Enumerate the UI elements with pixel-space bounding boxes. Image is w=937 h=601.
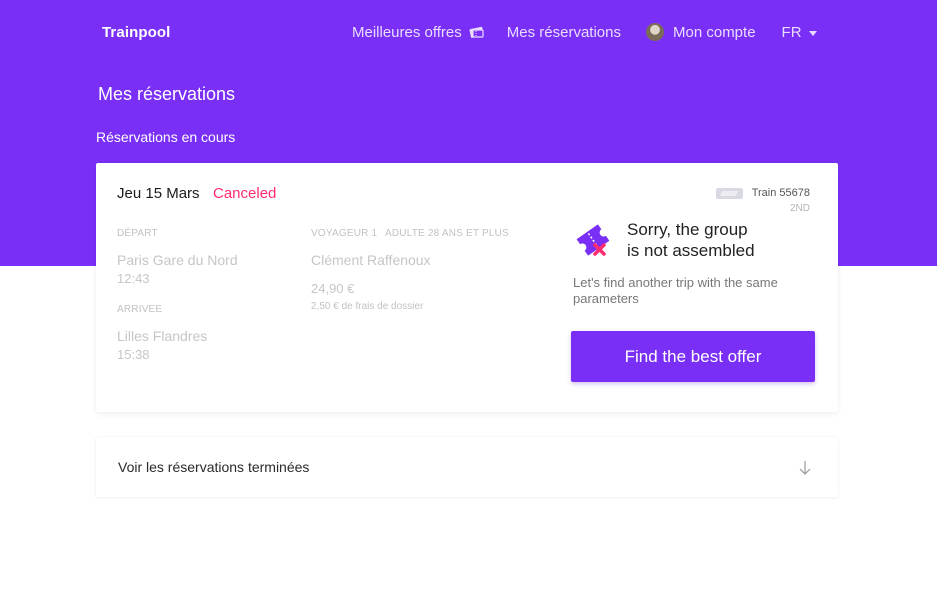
booking-date: Jeu 15 Mars bbox=[117, 185, 200, 202]
nav-my-reservations[interactable]: Mes réservations bbox=[507, 24, 621, 41]
past-reservations-toggle[interactable]: Voir les réservations terminées bbox=[96, 437, 838, 497]
notice-subtitle: Let's find another trip with the same pa… bbox=[573, 275, 778, 306]
train-class: 2ND bbox=[789, 203, 810, 214]
section-title-current: Réservations en cours bbox=[96, 129, 236, 145]
notice-title-line1: Sorry, the group bbox=[627, 220, 748, 239]
nav-my-account-label: Mon compte bbox=[673, 23, 756, 41]
notice-title: Sorry, the group is not assembled bbox=[627, 219, 797, 261]
arrival-time: 15:38 bbox=[117, 347, 150, 362]
arrival-station: Lilles Flandres bbox=[117, 328, 208, 344]
language-label: FR bbox=[781, 23, 802, 41]
departure-station: Paris Gare du Nord bbox=[117, 252, 238, 268]
page-title: Mes réservations bbox=[98, 84, 236, 104]
find-best-offer-button[interactable]: Find the best offer bbox=[571, 331, 815, 382]
booking-card: Jeu 15 Mars Canceled Train 55678 2ND DÉP… bbox=[96, 163, 838, 412]
train-number: Train 55678 bbox=[751, 187, 810, 199]
departure-time: 12:43 bbox=[117, 271, 150, 286]
language-select[interactable]: FR bbox=[782, 24, 817, 41]
top-nav: Meilleures offres Mes réservations Mon c… bbox=[352, 20, 817, 44]
arrow-down-icon[interactable] bbox=[799, 460, 811, 481]
brand-logo[interactable]: Trainpool bbox=[102, 24, 170, 41]
traveler-name: Clément Raffenoux bbox=[311, 252, 431, 268]
broken-ticket-icon bbox=[575, 220, 615, 265]
booking-fees: 2,50 € de frais de dossier bbox=[311, 301, 424, 312]
arrival-label: ARRIVEE bbox=[117, 304, 163, 315]
notice-title-line2: is not assembled bbox=[627, 241, 755, 260]
traveler-label: VOYAGEUR 1 bbox=[311, 228, 378, 239]
sncf-logo bbox=[715, 187, 743, 199]
train-info: Train 55678 bbox=[715, 187, 810, 199]
nav-best-offers-label: Meilleures offres bbox=[352, 23, 462, 41]
ticket-icon bbox=[468, 25, 485, 39]
nav-best-offers[interactable]: Meilleures offres bbox=[352, 24, 485, 41]
avatar bbox=[646, 23, 664, 41]
booking-status: Canceled bbox=[213, 185, 277, 202]
traveler-type: ADULTE 28 ANS ET PLUS bbox=[385, 228, 509, 239]
past-reservations-label: Voir les réservations terminées bbox=[118, 459, 310, 475]
booking-price: 24,90 € bbox=[311, 281, 355, 296]
caret-down-icon bbox=[808, 30, 817, 36]
departure-label: DÉPART bbox=[117, 228, 158, 239]
nav-my-account[interactable]: Mon compte bbox=[646, 23, 756, 41]
